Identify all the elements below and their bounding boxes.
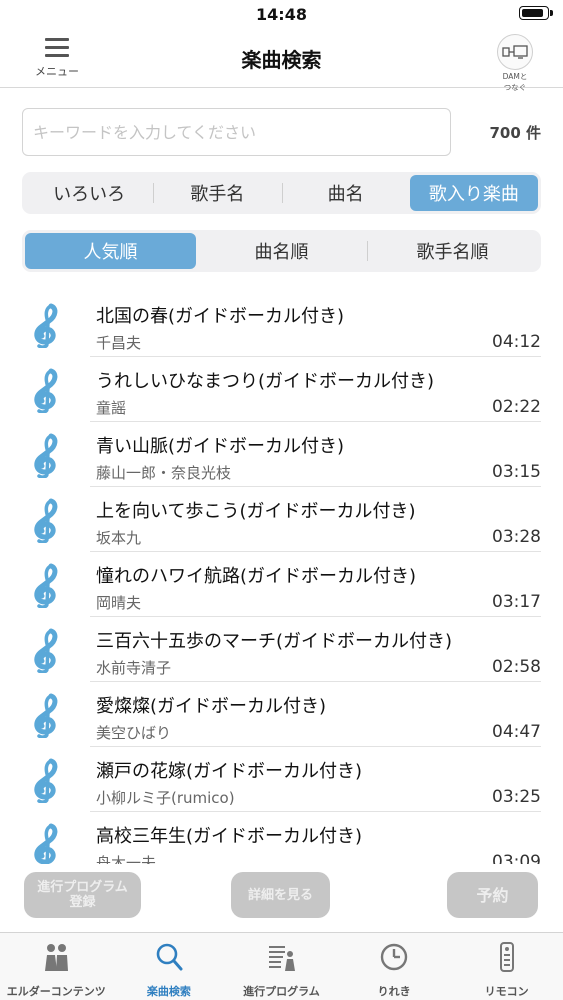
tab-label: りれき — [377, 985, 411, 998]
tab-elder-contents[interactable]: エルダーコンテンツ — [0, 933, 113, 1000]
tab-vocal-songs[interactable]: 歌入り楽曲 — [409, 175, 538, 211]
tab-song-search[interactable]: 楽曲検索 — [113, 933, 226, 1000]
song-title: 青い山脈(ガイドボーカル付き) — [96, 436, 345, 457]
song-row[interactable]: 瀬戸の花嫁(ガイドボーカル付き) 小柳ルミ子(rumico) 03:25 — [0, 747, 563, 812]
song-artist: 美空ひばり — [96, 724, 172, 742]
tab-label: 楽曲検索 — [146, 985, 191, 998]
tab-remote[interactable]: リモコン — [450, 933, 563, 1000]
view-details-button[interactable]: 詳細を見る — [231, 872, 330, 918]
search-icon — [156, 943, 183, 971]
treble-clef-icon — [34, 303, 58, 348]
song-title: 上を向いて歩こう(ガイドボーカル付き) — [96, 501, 416, 522]
tab-label: リモコン — [484, 985, 529, 998]
song-row[interactable]: うれしいひなまつり(ガイドボーカル付き) 童謡 02:22 — [0, 357, 563, 422]
category-tabs: いろいろ 歌手名 曲名 歌入り楽曲 — [22, 172, 541, 214]
song-duration: 03:17 — [492, 592, 541, 612]
battery-icon — [519, 6, 553, 20]
song-artist: 舟木一夫 — [96, 854, 157, 864]
song-list: 北国の春(ガイドボーカル付き) 千昌夫 04:12 うれしいひなまつり(ガイドボ… — [0, 292, 563, 864]
treble-clef-icon — [34, 563, 58, 608]
search-input[interactable] — [22, 108, 451, 156]
song-duration: 04:12 — [492, 332, 541, 352]
song-title: 北国の春(ガイドボーカル付き) — [96, 306, 345, 327]
song-artist: 千昌夫 — [96, 334, 142, 352]
treble-clef-icon — [34, 628, 58, 673]
song-duration: 03:15 — [492, 462, 541, 482]
treble-clef-icon — [34, 758, 58, 803]
song-row[interactable]: 高校三年生(ガイドボーカル付き) 舟木一夫 03:09 — [0, 812, 563, 864]
song-title: 高校三年生(ガイドボーカル付き) — [96, 826, 363, 847]
tab-program[interactable]: 進行プログラム — [225, 933, 338, 1000]
reserve-button[interactable]: 予約 — [447, 872, 538, 918]
register-program-label-1: 進行プログラム — [37, 880, 128, 895]
register-program-button[interactable]: 進行プログラム 登録 — [24, 872, 141, 918]
song-duration: 02:58 — [492, 657, 541, 677]
treble-clef-icon — [34, 433, 58, 478]
song-artist: 岡晴夫 — [96, 594, 142, 612]
sort-tabs: 人気順 曲名順 歌手名順 — [22, 230, 541, 272]
song-title: 憧れのハワイ航路(ガイドボーカル付き) — [96, 566, 417, 587]
status-time: 14:48 — [256, 5, 307, 24]
song-duration: 04:47 — [492, 722, 541, 742]
nav-bar: メニュー 楽曲検索 DAMと つなぐ — [0, 30, 563, 92]
sort-popular[interactable]: 人気順 — [25, 233, 196, 269]
tab-label: エルダーコンテンツ — [6, 985, 106, 998]
song-artist: 坂本九 — [96, 529, 142, 547]
song-duration: 02:22 — [492, 397, 541, 417]
tab-artist[interactable]: 歌手名 — [153, 175, 281, 211]
tab-label: 進行プログラム — [243, 985, 320, 998]
song-row[interactable]: 北国の春(ガイドボーカル付き) 千昌夫 04:12 — [0, 292, 563, 357]
treble-clef-icon — [34, 823, 58, 864]
sort-by-title[interactable]: 曲名順 — [196, 233, 367, 269]
result-count: 700 件 — [489, 124, 541, 142]
song-title: 三百六十五歩のマーチ(ガイドボーカル付き) — [96, 631, 453, 652]
tab-song-name[interactable]: 曲名 — [281, 175, 410, 211]
song-title: うれしいひなまつり(ガイドボーカル付き) — [96, 371, 435, 392]
song-row[interactable]: 三百六十五歩のマーチ(ガイドボーカル付き) 水前寺清子 02:58 — [0, 617, 563, 682]
people-icon — [45, 944, 69, 971]
tab-history[interactable]: りれき — [338, 933, 451, 1000]
song-row[interactable]: 愛燦燦(ガイドボーカル付き) 美空ひばり 04:47 — [0, 682, 563, 747]
treble-clef-icon — [34, 693, 58, 738]
song-row[interactable]: 青い山脈(ガイドボーカル付き) 藤山一郎・奈良光枝 03:15 — [0, 422, 563, 487]
register-program-label-2: 登録 — [69, 895, 96, 910]
remote-icon — [499, 942, 514, 972]
song-artist: 童謡 — [96, 399, 127, 417]
treble-clef-icon — [34, 498, 58, 543]
dam-connect-button[interactable]: DAMと つなぐ — [495, 34, 535, 92]
tab-iroiro[interactable]: いろいろ — [25, 175, 153, 211]
status-bar: 14:48 — [0, 0, 563, 30]
program-list-icon — [269, 946, 296, 971]
treble-clef-icon — [34, 368, 58, 413]
song-artist: 藤山一郎・奈良光枝 — [96, 464, 232, 482]
dam-connect-label-2: つなぐ — [503, 83, 527, 92]
song-artist: 小柳ルミ子(rumico) — [96, 789, 235, 807]
song-duration: 03:09 — [492, 852, 541, 864]
action-bar: 進行プログラム 登録 詳細を見る 予約 — [0, 864, 563, 932]
song-duration: 03:28 — [492, 527, 541, 547]
sort-by-artist[interactable]: 歌手名順 — [367, 233, 538, 269]
song-artist: 水前寺清子 — [96, 659, 172, 677]
page-title: 楽曲検索 — [241, 48, 322, 72]
song-title: 愛燦燦(ガイドボーカル付き) — [96, 696, 327, 717]
dam-connect-label-1: DAMと — [502, 72, 528, 81]
tab-bar: エルダーコンテンツ 楽曲検索 進行プログラム りれき リモコン — [0, 932, 563, 1000]
history-clock-icon — [380, 943, 408, 971]
song-title: 瀬戸の花嫁(ガイドボーカル付き) — [96, 761, 363, 782]
song-duration: 03:25 — [492, 787, 541, 807]
dam-connect-icon — [497, 34, 533, 70]
song-row[interactable]: 憧れのハワイ航路(ガイドボーカル付き) 岡晴夫 03:17 — [0, 552, 563, 617]
song-row[interactable]: 上を向いて歩こう(ガイドボーカル付き) 坂本九 03:28 — [0, 487, 563, 552]
